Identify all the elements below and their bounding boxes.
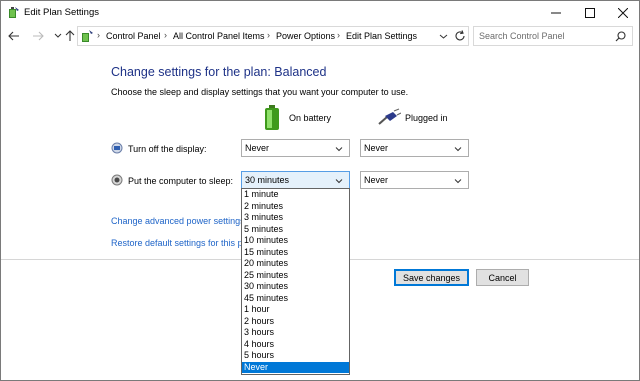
search-input[interactable]: Search Control Panel xyxy=(479,31,565,41)
plug-icon xyxy=(378,108,401,125)
back-button[interactable] xyxy=(7,29,21,43)
dropdown-option[interactable]: 5 minutes xyxy=(242,224,349,236)
sleep-plugged-value: Never xyxy=(364,175,389,185)
dropdown-option[interactable]: 2 minutes xyxy=(242,201,349,213)
breadcrumb-edit-plan[interactable]: Edit Plan Settings xyxy=(346,31,417,41)
dropdown-option[interactable]: 5 hours xyxy=(242,350,349,362)
breadcrumb-separator-icon: › xyxy=(267,30,270,40)
chevron-down-icon xyxy=(335,147,343,152)
display-battery-value: Never xyxy=(245,143,270,153)
display-battery-select[interactable]: Never xyxy=(241,139,350,157)
breadcrumb-control-panel[interactable]: Control Panel xyxy=(106,31,161,41)
chevron-down-icon xyxy=(454,179,462,184)
sleep-icon xyxy=(111,174,123,186)
arrow-right-icon xyxy=(33,31,44,41)
up-button[interactable] xyxy=(63,29,77,43)
plugged-in-header: Plugged in xyxy=(405,113,448,123)
dropdown-option-selected[interactable]: Never xyxy=(242,361,349,373)
address-bar[interactable]: › Control Panel › All Control Panel Item… xyxy=(77,26,469,46)
arrow-up-icon xyxy=(65,30,75,41)
window-frame: Edit Plan Settings › Control Panel › All… xyxy=(0,0,640,381)
sleep-battery-value: 30 minutes xyxy=(245,175,290,185)
battery-icon xyxy=(265,105,279,130)
refresh-icon[interactable] xyxy=(454,30,466,42)
search-icon xyxy=(615,31,626,42)
maximize-icon xyxy=(585,7,595,18)
save-changes-button[interactable]: Save changes xyxy=(394,269,469,286)
dropdown-option[interactable]: 10 minutes xyxy=(242,235,349,247)
on-battery-header: On battery xyxy=(289,113,332,123)
dropdown-option[interactable]: 3 hours xyxy=(242,327,349,339)
chevron-down-icon[interactable] xyxy=(439,32,448,41)
page-description: Choose the sleep and display settings th… xyxy=(111,87,409,97)
sleep-duration-dropdown[interactable]: 1 minute 2 minutes 3 minutes 5 minutes 1… xyxy=(241,188,350,375)
dropdown-option[interactable]: 25 minutes xyxy=(242,270,349,282)
display-plugged-value: Never xyxy=(364,143,389,153)
advanced-settings-link[interactable]: Change advanced power settings xyxy=(111,216,245,226)
sleep-label: Put the computer to sleep: xyxy=(128,176,234,186)
dropdown-option[interactable]: 30 minutes xyxy=(242,281,349,293)
restore-defaults-link[interactable]: Restore default settings for this pl xyxy=(111,238,245,248)
search-box[interactable]: Search Control Panel xyxy=(473,26,633,46)
dropdown-option[interactable]: 45 minutes xyxy=(242,293,349,305)
dropdown-option[interactable]: 20 minutes xyxy=(242,258,349,270)
display-plugged-select[interactable]: Never xyxy=(360,139,469,157)
sleep-plugged-select[interactable]: Never xyxy=(360,171,469,189)
display-icon xyxy=(111,142,123,154)
sleep-battery-select[interactable]: 30 minutes xyxy=(241,171,350,189)
arrow-left-icon xyxy=(8,31,19,41)
navigation-bar: › Control Panel › All Control Panel Item… xyxy=(1,24,639,48)
chevron-down-icon xyxy=(54,33,62,38)
window-title: Edit Plan Settings xyxy=(24,7,99,18)
minimize-button[interactable] xyxy=(540,1,572,24)
dropdown-option[interactable]: 15 minutes xyxy=(242,247,349,259)
cancel-button[interactable]: Cancel xyxy=(476,269,529,286)
breadcrumb-all-items[interactable]: All Control Panel Items xyxy=(173,31,265,41)
breadcrumb-separator-icon: › xyxy=(164,30,167,40)
dropdown-option[interactable]: 1 hour xyxy=(242,304,349,316)
maximize-button[interactable] xyxy=(574,1,606,24)
chevron-down-icon xyxy=(454,147,462,152)
close-icon xyxy=(618,7,628,18)
minimize-icon xyxy=(551,12,561,13)
dropdown-option[interactable]: 3 minutes xyxy=(242,212,349,224)
dropdown-option[interactable]: 4 hours xyxy=(242,339,349,351)
display-label: Turn off the display: xyxy=(128,144,207,154)
dropdown-option[interactable]: 1 minute xyxy=(242,189,349,201)
chevron-down-icon xyxy=(335,179,343,184)
control-panel-icon xyxy=(82,30,93,42)
close-button[interactable] xyxy=(607,1,639,24)
breadcrumb-separator-icon: › xyxy=(337,30,340,40)
page-title: Change settings for the plan: Balanced xyxy=(111,65,327,79)
power-options-icon xyxy=(9,7,19,18)
breadcrumb-separator-icon: › xyxy=(97,30,100,40)
dropdown-option[interactable]: 2 hours xyxy=(242,316,349,328)
forward-button[interactable] xyxy=(31,29,45,43)
breadcrumb-power-options[interactable]: Power Options xyxy=(276,31,335,41)
title-bar: Edit Plan Settings xyxy=(1,1,639,24)
